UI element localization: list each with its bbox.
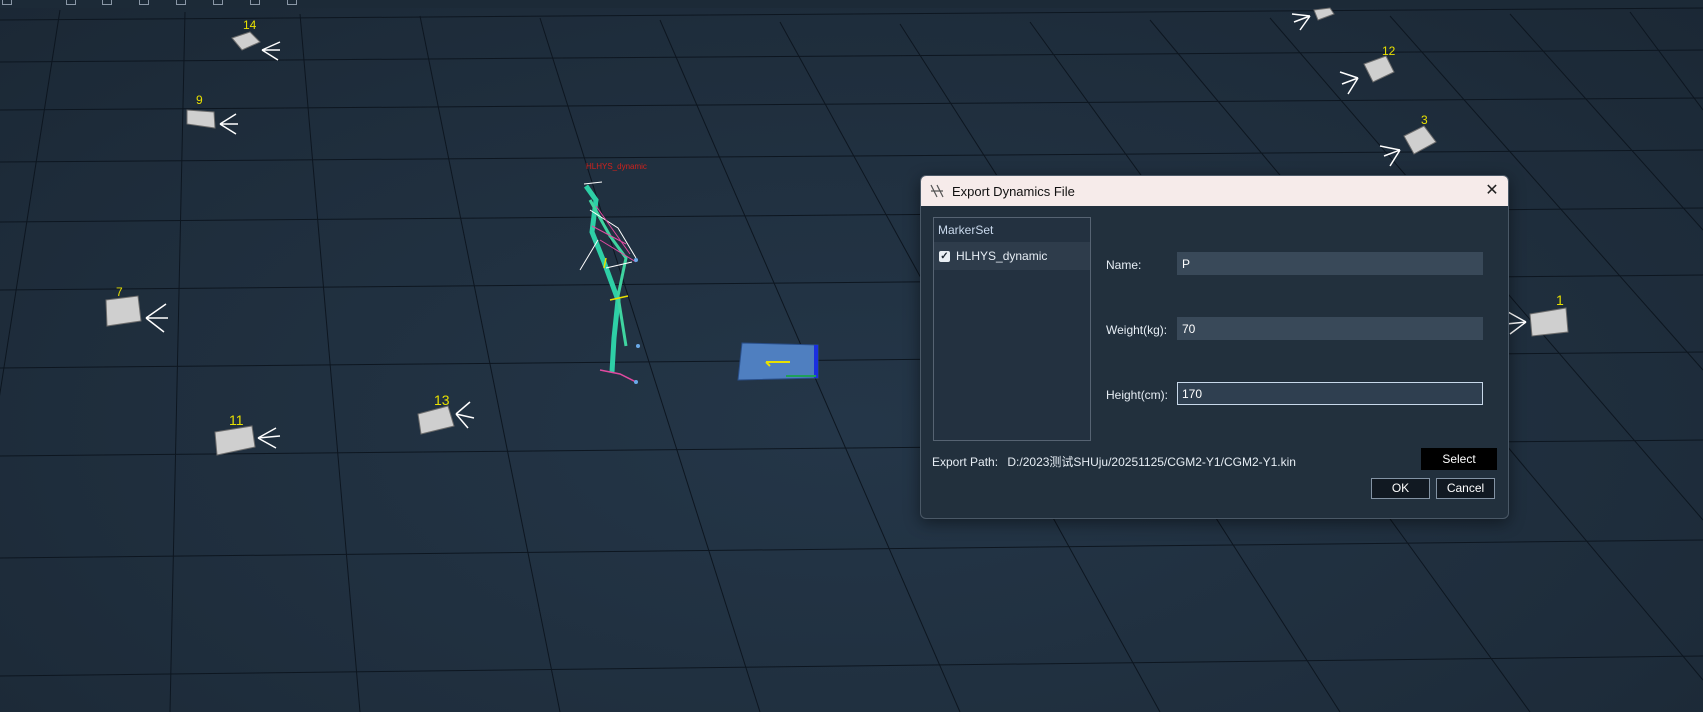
export-path-value: D:/2023测试SHUju/20251125/CGM2-Y1/CGM2-Y1.… <box>1007 455 1296 469</box>
name-label: Name: <box>1106 258 1142 272</box>
camera-ray-icon <box>455 401 475 429</box>
export-path-label: Export Path: <box>932 455 999 469</box>
camera-1[interactable]: 1 <box>1505 292 1569 337</box>
export-dynamics-dialog: Export Dynamics File ✕ MarkerSet ✓ HLHYS… <box>920 175 1509 519</box>
camera-label: 13 <box>434 392 450 408</box>
camera-label: 7 <box>116 285 123 299</box>
camera-13[interactable]: 13 <box>417 392 475 435</box>
camera-icon <box>1313 7 1335 21</box>
checkmark-icon: ✓ <box>940 250 949 262</box>
camera-icon <box>231 31 261 51</box>
weight-input[interactable] <box>1177 317 1483 340</box>
select-button[interactable]: Select <box>1421 448 1497 470</box>
app-logo-icon <box>930 184 944 198</box>
camera-icon <box>186 109 216 129</box>
camera-ray-icon <box>145 303 168 333</box>
camera-label: 1 <box>1556 292 1564 308</box>
camera-ray-icon <box>1339 71 1359 95</box>
dialog-title: Export Dynamics File <box>952 183 1075 199</box>
camera-3[interactable]: 3 <box>1379 113 1437 167</box>
camera-label: 11 <box>229 412 244 428</box>
camera-label: 9 <box>196 93 203 107</box>
camera-icon <box>1529 307 1569 337</box>
export-path-row: Export Path: D:/2023测试SHUju/20251125/CGM… <box>932 453 1296 470</box>
camera-9[interactable]: 9 <box>186 93 238 135</box>
markerset-item-label: HLHYS_dynamic <box>956 249 1048 263</box>
name-input[interactable] <box>1177 252 1483 275</box>
markerset-header: MarkerSet <box>938 223 994 237</box>
camera-label: 14 <box>243 18 257 32</box>
skeleton-model[interactable]: HLHYS_dynamic <box>579 162 647 384</box>
camera-icon <box>105 295 142 327</box>
close-icon[interactable]: ✕ <box>1482 181 1502 201</box>
dialog-titlebar[interactable]: Export Dynamics File ✕ <box>921 176 1508 206</box>
markerset-checkbox[interactable]: ✓ <box>939 250 950 262</box>
camera-ray-icon <box>1505 311 1527 335</box>
camera-7[interactable]: 7 <box>105 285 168 333</box>
camera-ray-icon <box>219 113 238 135</box>
camera-icon <box>417 405 455 435</box>
weight-label: Weight(kg): <box>1106 323 1168 337</box>
height-label: Height(cm): <box>1106 388 1169 402</box>
force-plate[interactable] <box>737 342 819 381</box>
camera-ray-icon <box>1291 13 1311 31</box>
camera-12[interactable]: 12 <box>1339 44 1396 95</box>
camera-ray-icon <box>261 41 281 61</box>
markerset-list: MarkerSet ✓ HLHYS_dynamic <box>933 217 1091 441</box>
camera-label: 12 <box>1382 44 1396 58</box>
camera-14[interactable]: 14 <box>231 18 281 61</box>
camera-icon <box>1403 125 1437 155</box>
markerset-item[interactable]: ✓ HLHYS_dynamic <box>934 242 1090 270</box>
cancel-button[interactable]: Cancel <box>1436 478 1495 499</box>
ok-button[interactable]: OK <box>1371 478 1430 499</box>
subject-label: HLHYS_dynamic <box>586 162 647 171</box>
camera-ray-icon <box>257 427 281 449</box>
camera-icon <box>214 425 256 456</box>
camera-label: 3 <box>1421 113 1428 127</box>
camera-icon <box>1363 55 1395 83</box>
camera-11[interactable]: 11 <box>214 412 281 456</box>
height-input[interactable] <box>1177 382 1483 405</box>
